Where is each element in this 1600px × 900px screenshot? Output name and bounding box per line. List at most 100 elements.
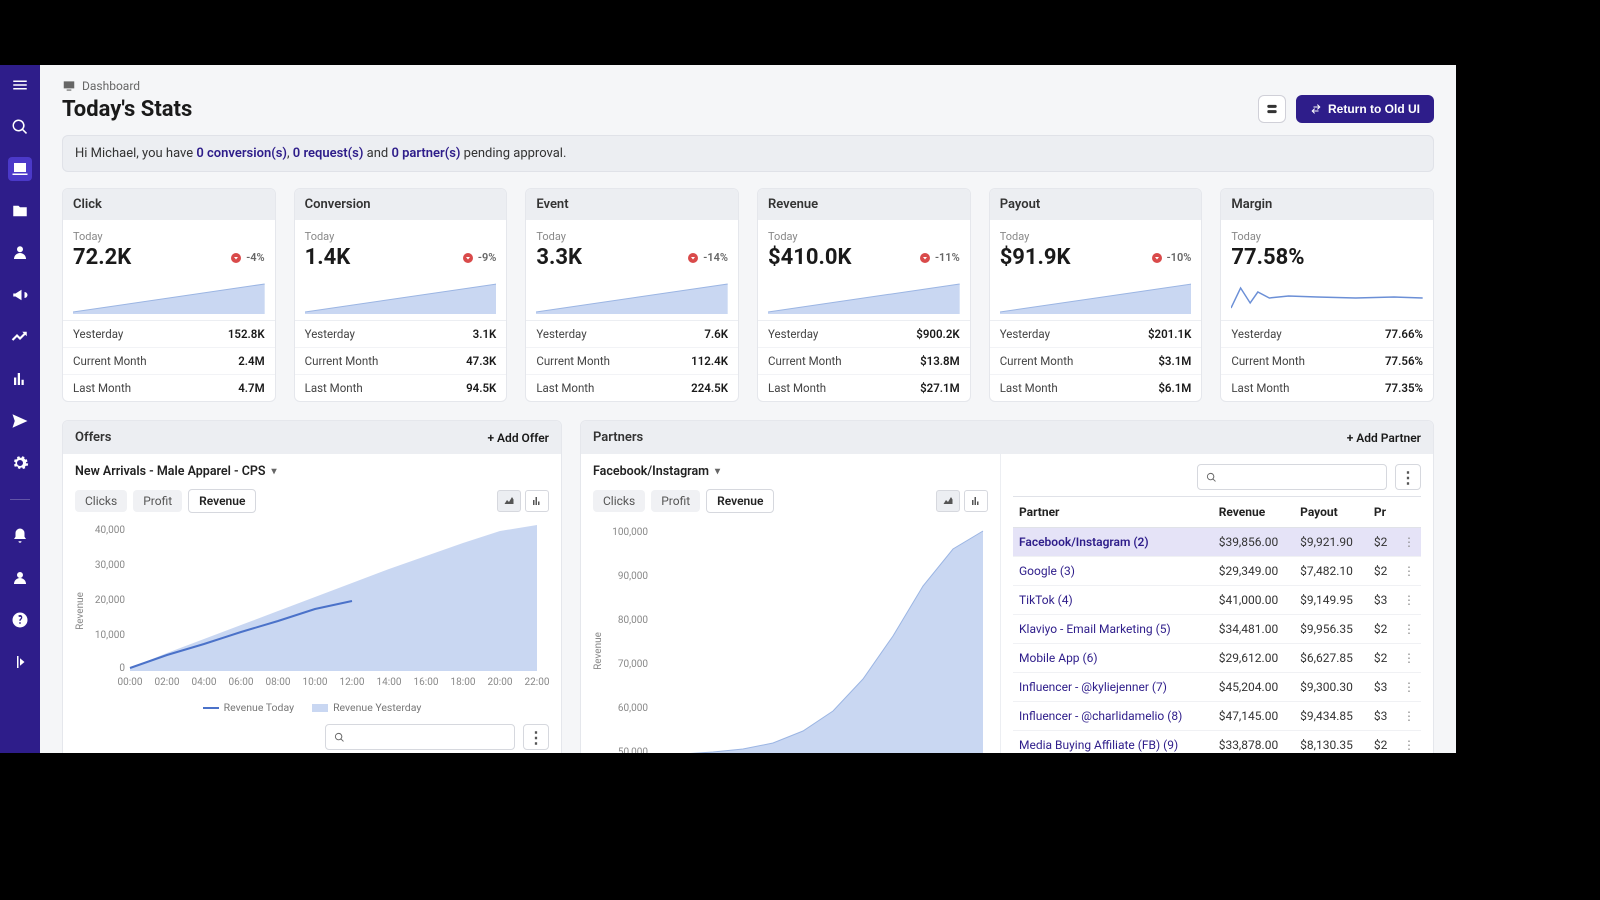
svg-text:60,000: 60,000 (618, 703, 648, 714)
partner-select[interactable]: Facebook/Instagram (593, 464, 720, 479)
area-chart-toggle[interactable] (936, 490, 960, 512)
tab-revenue[interactable]: Revenue (188, 489, 256, 513)
gear-icon[interactable] (8, 451, 32, 475)
stat-sub-row: Yesterday$900.2K (758, 321, 970, 347)
tab-profit[interactable]: Profit (651, 490, 700, 512)
stat-sub-row: Current Month112.4K (526, 347, 738, 374)
partner-name-cell[interactable]: Klaviyo - Email Marketing (5) (1013, 615, 1213, 644)
offers-chart: Revenue 40,000 30,000 20,000 10,000 0 00… (75, 521, 549, 695)
table-row[interactable]: Influencer - @charlidamelio (8)$47,145.0… (1013, 702, 1421, 731)
partners-link[interactable]: 0 partner(s) (391, 146, 460, 161)
row-more-button[interactable]: ⋮ (1397, 586, 1421, 615)
partner-name-cell[interactable]: Facebook/Instagram (2) (1013, 528, 1213, 557)
offers-panel: Offers + Add Offer New Arrivals - Male A… (62, 420, 562, 753)
row-more-button[interactable]: ⋮ (1397, 528, 1421, 557)
help-icon[interactable] (8, 608, 32, 632)
payout-cell: $8,130.35 (1294, 731, 1368, 754)
stat-card[interactable]: ClickToday72.2K-4%Yesterday152.8KCurrent… (62, 188, 276, 402)
stat-card[interactable]: ConversionToday1.4K-9%Yesterday3.1KCurre… (294, 188, 508, 402)
add-partner-button[interactable]: + Add Partner (1347, 431, 1421, 445)
sparkline (73, 278, 265, 314)
stat-sub-row: Last Month77.35% (1221, 374, 1433, 401)
table-row[interactable]: TikTok (4)$41,000.00$9,149.95$3⋮ (1013, 586, 1421, 615)
tab-clicks[interactable]: Clicks (75, 490, 127, 512)
tab-clicks[interactable]: Clicks (593, 490, 645, 512)
stat-card[interactable]: EventToday3.3K-14%Yesterday7.6KCurrent M… (525, 188, 739, 402)
offer-select[interactable]: New Arrivals - Male Apparel - CPS (75, 464, 277, 479)
row-more-button[interactable]: ⋮ (1397, 702, 1421, 731)
payout-cell: $9,434.85 (1294, 702, 1368, 731)
megaphone-icon[interactable] (8, 283, 32, 307)
row-more-button[interactable]: ⋮ (1397, 673, 1421, 702)
search-icon[interactable] (8, 115, 32, 139)
stat-card[interactable]: PayoutToday$91.9K-10%Yesterday$201.1KCur… (989, 188, 1203, 402)
partner-name-cell[interactable]: Mobile App (6) (1013, 644, 1213, 673)
bar-chart-toggle[interactable] (525, 490, 549, 512)
requests-link[interactable]: 0 request(s) (293, 146, 364, 161)
tab-profit[interactable]: Profit (133, 490, 182, 512)
stat-card[interactable]: MarginToday77.58%Yesterday77.66%Current … (1220, 188, 1434, 402)
table-row[interactable]: Google (3)$29,349.00$7,482.10$2⋮ (1013, 557, 1421, 586)
return-to-old-ui-button[interactable]: Return to Old UI (1296, 95, 1434, 123)
bar-chart-toggle[interactable] (964, 490, 988, 512)
menu-icon[interactable] (8, 73, 32, 97)
revenue-cell: $33,878.00 (1213, 731, 1294, 754)
partner-name-cell[interactable]: Media Buying Affiliate (FB) (9) (1013, 731, 1213, 754)
row-more-button[interactable]: ⋮ (1397, 615, 1421, 644)
layout-toggle-button[interactable] (1258, 95, 1286, 123)
row-more-button[interactable]: ⋮ (1397, 557, 1421, 586)
offers-search-input[interactable] (325, 724, 515, 750)
partner-name-cell[interactable]: Influencer - @charlidamelio (8) (1013, 702, 1213, 731)
row-more-button[interactable]: ⋮ (1397, 644, 1421, 673)
bar-chart-icon[interactable] (8, 367, 32, 391)
stat-card-title: Click (63, 189, 275, 220)
user-icon[interactable] (8, 241, 32, 265)
partners-search-input[interactable] (1197, 464, 1387, 490)
stat-card[interactable]: RevenueToday$410.0K-11%Yesterday$900.2KC… (757, 188, 971, 402)
search-icon (334, 731, 345, 744)
partners-more-button[interactable]: ⋮ (1395, 464, 1421, 490)
table-row[interactable]: Facebook/Instagram (2)$39,856.00$9,921.9… (1013, 528, 1421, 557)
svg-text:14:00: 14:00 (377, 677, 402, 688)
revenue-cell: $41,000.00 (1213, 586, 1294, 615)
dashboard-icon[interactable] (8, 157, 32, 181)
search-icon (1206, 471, 1217, 484)
send-icon[interactable] (8, 409, 32, 433)
table-row[interactable]: Klaviyo - Email Marketing (5)$34,481.00$… (1013, 615, 1421, 644)
table-row[interactable]: Influencer - @kyliejenner (7)$45,204.00$… (1013, 673, 1421, 702)
table-row[interactable]: Mobile App (6)$29,612.00$6,627.85$2⋮ (1013, 644, 1421, 673)
bell-icon[interactable] (8, 524, 32, 548)
stat-value: 72.2K (73, 245, 131, 270)
offers-more-button[interactable]: ⋮ (523, 724, 549, 750)
revenue-cell: $29,612.00 (1213, 644, 1294, 673)
partner-name-cell[interactable]: TikTok (4) (1013, 586, 1213, 615)
partners-panel: Partners + Add Partner Facebook/Instagra… (580, 420, 1434, 753)
sparkline (305, 278, 497, 314)
row-more-button[interactable]: ⋮ (1397, 731, 1421, 754)
partners-chart: Revenue 100,000 90,000 80,000 70,000 60,… (593, 521, 988, 753)
area-chart-toggle[interactable] (497, 490, 521, 512)
tab-revenue[interactable]: Revenue (706, 489, 774, 513)
stat-today-label: Today (768, 230, 960, 243)
sparkline (1231, 278, 1423, 314)
partner-name-cell[interactable]: Google (3) (1013, 557, 1213, 586)
table-row[interactable]: Media Buying Affiliate (FB) (9)$33,878.0… (1013, 731, 1421, 754)
chart-legend: Revenue Today Revenue Yesterday (75, 701, 549, 714)
col-payout: Payout (1294, 497, 1368, 528)
conversions-link[interactable]: 0 conversion(s) (196, 146, 287, 161)
collapse-icon[interactable] (8, 650, 32, 674)
col-revenue: Revenue (1213, 497, 1294, 528)
col-partner: Partner (1013, 497, 1213, 528)
svg-text:10:00: 10:00 (303, 677, 328, 688)
stat-change: -11% (919, 251, 960, 264)
stat-sub-row: Last Month$6.1M (990, 374, 1202, 401)
add-offer-button[interactable]: + Add Offer (487, 431, 549, 445)
stat-value: 3.3K (536, 245, 582, 270)
svg-text:08:00: 08:00 (266, 677, 291, 688)
sidebar (0, 65, 40, 753)
chart-up-icon[interactable] (8, 325, 32, 349)
folder-plus-icon[interactable] (8, 199, 32, 223)
pr-cell: $2 (1368, 615, 1397, 644)
profile-icon[interactable] (8, 566, 32, 590)
partner-name-cell[interactable]: Influencer - @kyliejenner (7) (1013, 673, 1213, 702)
